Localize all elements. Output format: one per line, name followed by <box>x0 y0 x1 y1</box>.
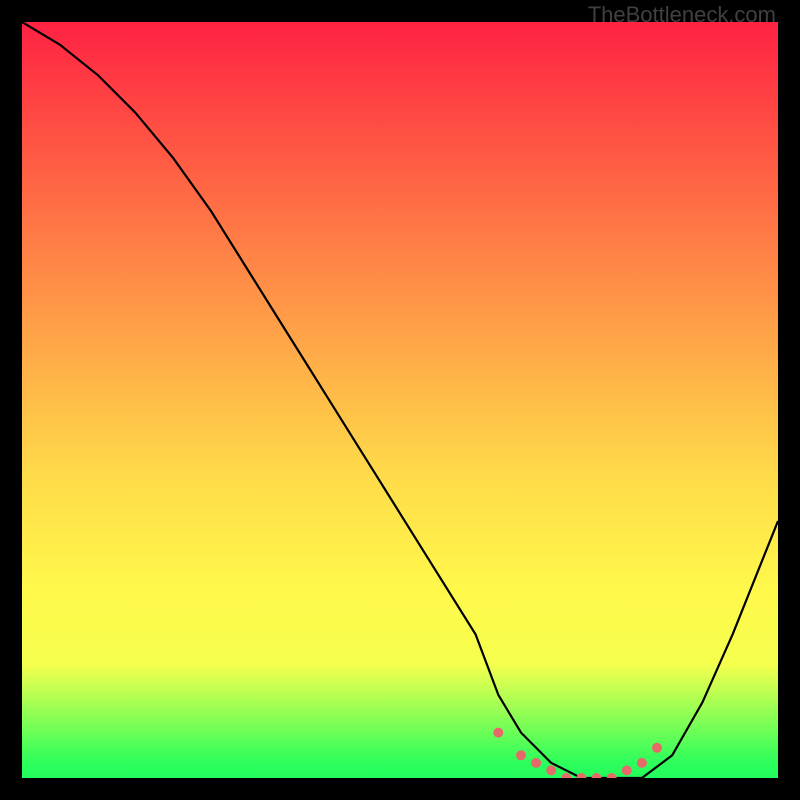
gradient-background <box>22 22 778 778</box>
plot-area <box>22 22 778 778</box>
chart-container: TheBottleneck.com <box>0 0 800 800</box>
watermark-text: TheBottleneck.com <box>588 2 776 28</box>
